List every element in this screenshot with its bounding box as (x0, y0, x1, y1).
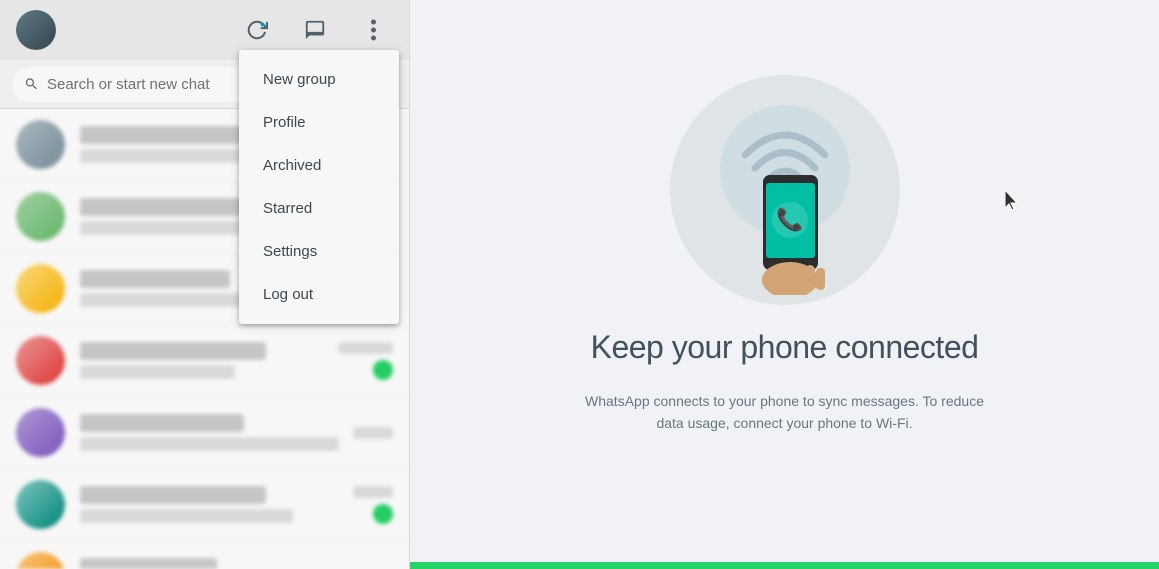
avatar (16, 192, 65, 241)
chat-time (338, 342, 393, 354)
finger-3 (816, 268, 825, 290)
dropdown-menu: New group Profile Archived Starred Setti… (239, 50, 399, 324)
unread-badge (373, 504, 393, 524)
finger-2 (805, 265, 815, 291)
menu-item-settings[interactable]: Settings (239, 230, 399, 273)
avatar (16, 336, 65, 385)
thumb (770, 267, 788, 295)
chat-item[interactable] (0, 541, 409, 569)
menu-item-profile[interactable]: Profile (239, 101, 399, 144)
sync-icon (246, 19, 268, 41)
header-icons (237, 10, 393, 50)
chat-time (353, 427, 393, 439)
cursor-indicator (1005, 190, 1017, 210)
chat-name (80, 198, 257, 216)
more-icon (371, 19, 376, 41)
user-avatar[interactable] (16, 10, 56, 50)
avatar (16, 480, 65, 529)
menu-item-logout[interactable]: Log out (239, 273, 399, 316)
chat-name (80, 486, 266, 504)
chat-message (80, 509, 293, 523)
bottom-bar (410, 562, 1159, 569)
chat-item[interactable] (0, 325, 409, 397)
chat-info (80, 558, 353, 569)
finger-1 (791, 263, 802, 291)
cursor-svg (1005, 190, 1019, 212)
main-panel: 📞 Keep your phone connected WhatsApp con… (410, 0, 1159, 569)
chat-name (80, 342, 266, 360)
chat-meta (338, 342, 393, 380)
main-content: 📞 Keep your phone connected WhatsApp con… (585, 75, 985, 435)
status-icon-button[interactable] (237, 10, 277, 50)
chat-name (80, 414, 244, 432)
avatar (16, 120, 65, 169)
sidebar-header: New group Profile Archived Starred Setti… (0, 0, 409, 60)
menu-item-archived[interactable]: Archived (239, 144, 399, 187)
menu-item-new-group[interactable]: New group (239, 58, 399, 101)
new-chat-icon (304, 19, 326, 41)
chat-info (80, 342, 338, 379)
status-dot (261, 23, 265, 27)
unread-badge (373, 360, 393, 380)
illustration-svg: 📞 (685, 85, 885, 295)
phone-illustration: 📞 (670, 75, 900, 305)
main-subtitle: WhatsApp connects to your phone to sync … (585, 390, 985, 435)
new-chat-icon-button[interactable] (295, 10, 335, 50)
chat-message (80, 437, 339, 451)
chat-item[interactable] (0, 397, 409, 469)
chat-name (80, 270, 230, 288)
chat-name (80, 558, 217, 569)
wa-icon: 📞 (776, 205, 804, 232)
header-left (16, 10, 56, 50)
more-options-button[interactable] (353, 10, 393, 50)
chat-info (80, 486, 353, 523)
chat-info (80, 414, 353, 451)
sidebar: New group Profile Archived Starred Setti… (0, 0, 410, 569)
chat-message (80, 365, 235, 379)
avatar (16, 408, 65, 457)
avatar (16, 552, 65, 569)
search-icon (24, 76, 39, 92)
chat-item[interactable] (0, 469, 409, 541)
chat-meta (353, 427, 393, 439)
chat-time (353, 486, 393, 498)
chat-meta (353, 486, 393, 524)
menu-item-starred[interactable]: Starred (239, 187, 399, 230)
main-title: Keep your phone connected (591, 329, 979, 366)
avatar (16, 264, 65, 313)
